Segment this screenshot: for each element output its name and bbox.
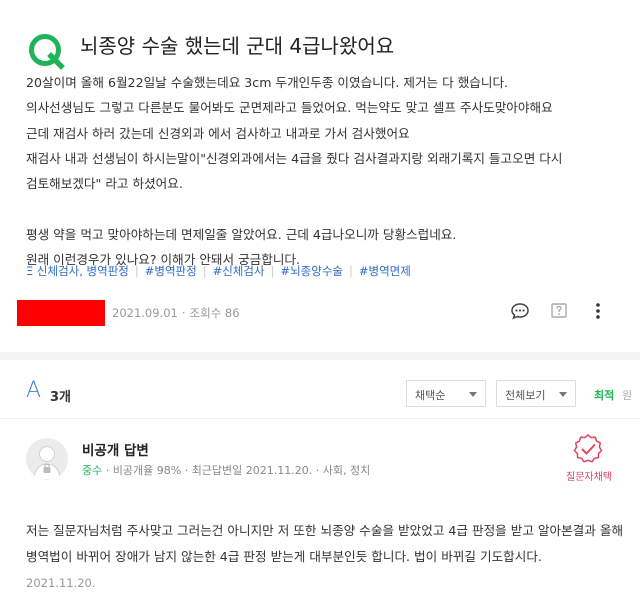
sort-best-tab[interactable]: 최적	[594, 387, 614, 403]
adopted-label: 질문자채택	[566, 472, 612, 483]
adopted-check-icon	[573, 434, 603, 463]
answer-a-icon: A	[26, 378, 42, 403]
answer-line: 저는 질문자님처럼 주사맞고 그러는건 아니지만 저 또한 뇌종양 수술을 받았…	[26, 523, 624, 538]
chevron-down-icon	[469, 392, 477, 397]
section-divider	[0, 352, 640, 360]
question-line: 20살이며 올해 6월22일날 수술했는데요 3cm 두개인두종 이였습니다. …	[26, 75, 509, 90]
sort-other-tab[interactable]: 원	[622, 387, 632, 403]
comment-icon	[511, 303, 529, 320]
anonymous-user-icon	[33, 446, 61, 480]
more-vertical-icon	[596, 303, 600, 319]
chevron-down-icon	[559, 392, 567, 397]
category-icon: Ξ	[26, 264, 37, 278]
answer-order-value: 채택순	[415, 389, 446, 402]
question-meta: 2021.09.01 · 조회수 86	[112, 305, 240, 321]
tag-link[interactable]: #뇌종양수술	[280, 264, 343, 278]
meta-dot: ·	[315, 464, 323, 477]
question-body: 20살이며 올해 6월22일날 수술했는데요 3cm 두개인두종 이였습니다. …	[26, 70, 626, 272]
meta-dot: ·	[184, 464, 192, 477]
answer-date: 2021.11.20.	[26, 576, 96, 590]
tag-row: Ξ 신체검사, 병역판정 | #병역판정 | #신체검사 | #뇌종양수술 | #병역면제	[26, 263, 411, 279]
tag-link[interactable]: #병역판정	[145, 264, 197, 278]
answers-divider	[0, 418, 640, 419]
question-line: 평생 약을 먹고 맞아야하는데 면제일줄 알았어요. 근데 4급나오니까 당황스…	[26, 226, 457, 242]
question-title: 뇌종양 수술 했는데 군대 4급나왔어요	[80, 34, 395, 58]
answer-view-select[interactable]: 전체보기	[496, 380, 576, 407]
answerer-name: 비공개 답변	[82, 443, 149, 459]
tag-link[interactable]: #병역면제	[359, 264, 411, 278]
category-link[interactable]: 신체검사, 병역판정	[37, 264, 129, 278]
answer-order-select[interactable]: 채택순	[406, 380, 486, 407]
divider: |	[134, 264, 139, 278]
divider: |	[348, 264, 353, 278]
question-date: 2021.09.01	[112, 306, 178, 320]
report-icon	[551, 303, 567, 318]
question-line-gap	[26, 196, 626, 221]
question-line: 근데 재검사 하러 갔는데 신경외과 에서 검사하고 내과로 가서 검사했어요	[26, 125, 410, 141]
avatar	[26, 438, 68, 480]
meta-dot: ·	[105, 464, 113, 477]
comment-button[interactable]	[508, 299, 532, 323]
question-line: 검토해보겠다" 라고 하셨어요.	[26, 176, 183, 192]
redacted-author	[17, 300, 105, 326]
answerer-grade: 중수	[82, 464, 103, 477]
question-line: 의사선생님도 그렇고 다른분도 물어봐도 군면제라고 들었어요. 먹는약도 맞고…	[26, 100, 553, 116]
question-q-icon	[29, 34, 65, 70]
meta-dot: ·	[181, 306, 186, 320]
report-button[interactable]	[547, 299, 571, 323]
answerer-field: 사회, 정치	[322, 464, 371, 477]
answer-count: 3개	[50, 390, 72, 405]
answerer-recent: 최근답변일 2021.11.20.	[191, 464, 313, 477]
answerer-stats: 비공개율 98%	[112, 464, 182, 477]
answer-body: 저는 질문자님처럼 주사맞고 그러는건 아니지만 저 또한 뇌종양 수술을 받았…	[26, 518, 626, 569]
divider: |	[202, 264, 207, 278]
answer-line: 병역법이 바뀌어 장애가 남지 않는한 4급 판정 받는게 대부분인듯 합니다.…	[26, 548, 542, 564]
answerer-meta: 중수 · 비공개율 98% · 최근답변일 2021.11.20. · 사회, …	[82, 462, 370, 478]
tag-link[interactable]: #신체검사	[213, 264, 265, 278]
question-line: 재검사 내과 선생님이 하시는말이"신경외과에서는 4급을 줬다 검사결과지랑 …	[26, 150, 563, 166]
more-menu-button[interactable]	[586, 299, 610, 323]
view-count: 조회수 86	[189, 306, 240, 320]
divider: |	[270, 264, 275, 278]
answer-view-value: 전체보기	[505, 389, 546, 402]
